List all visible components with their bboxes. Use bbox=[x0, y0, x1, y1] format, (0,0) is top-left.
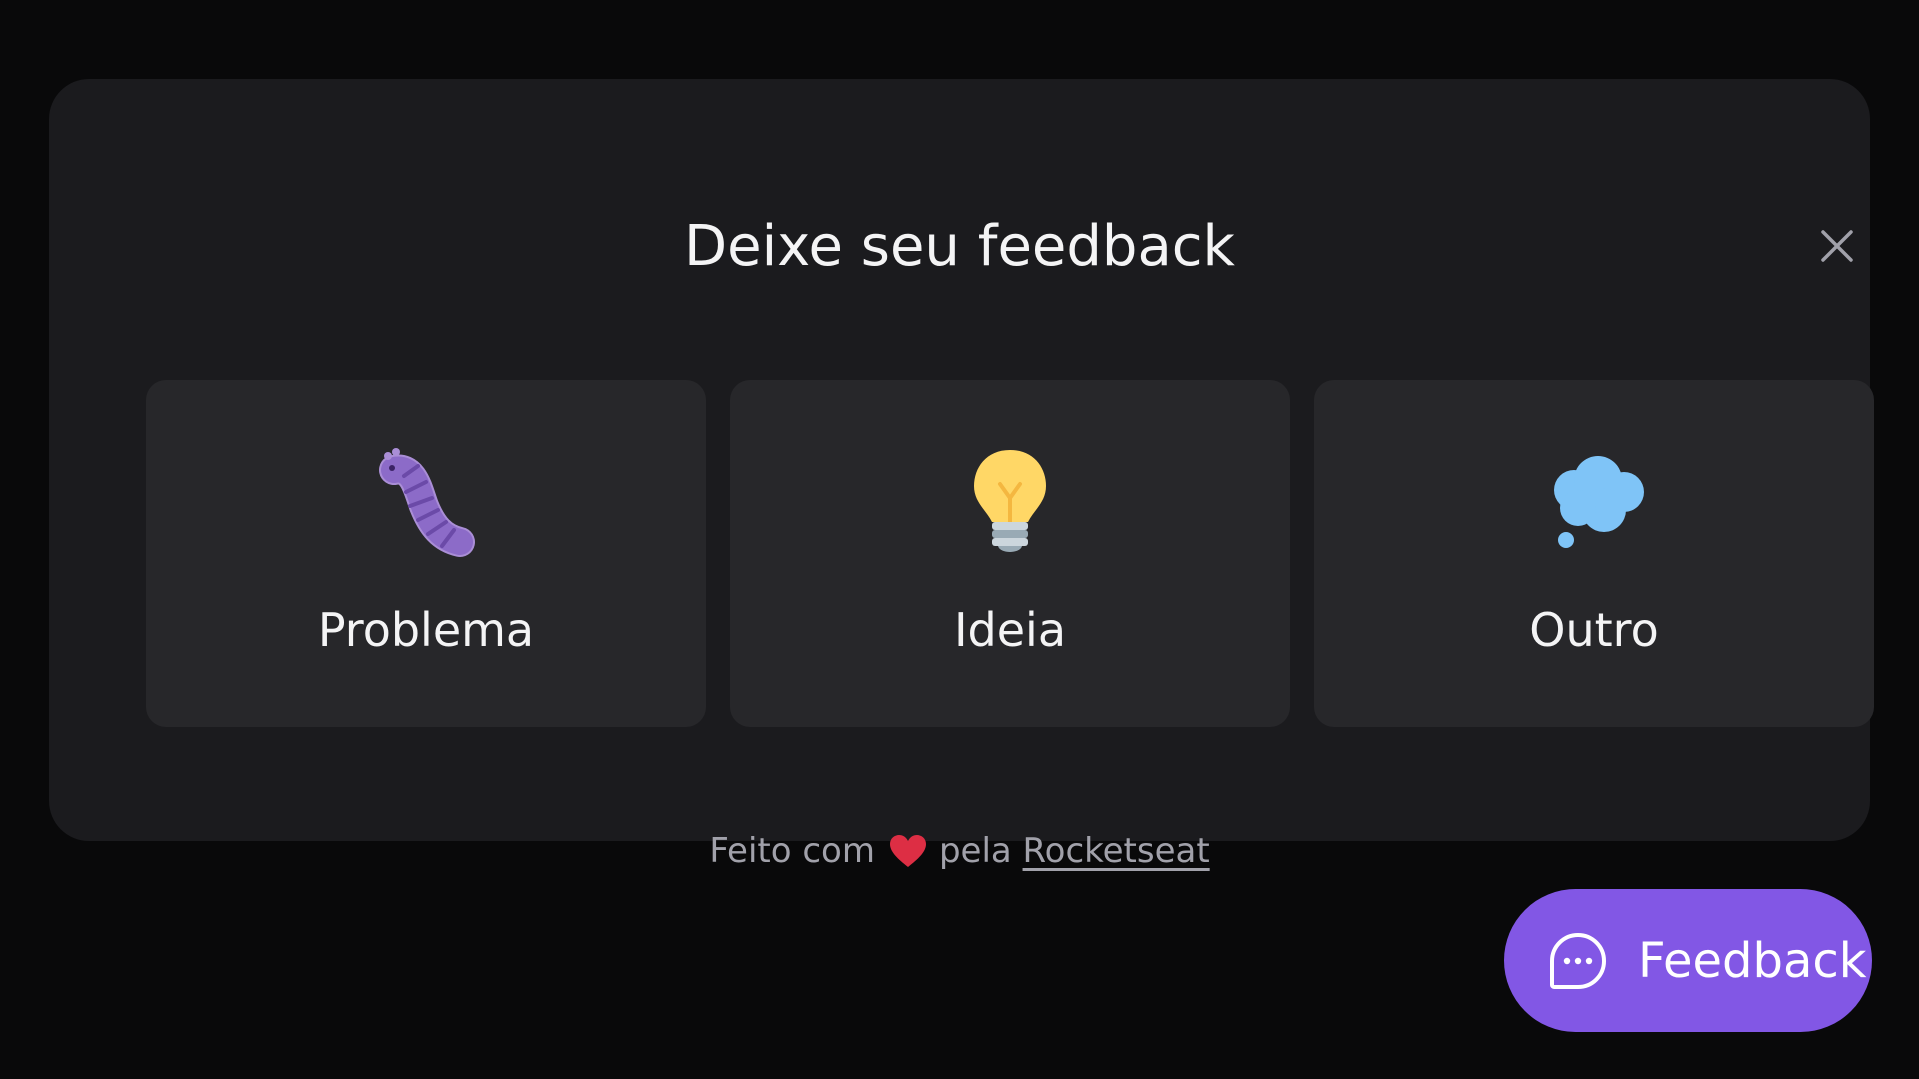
option-problema[interactable]: Problema bbox=[146, 380, 706, 727]
footer-prefix: Feito com bbox=[709, 831, 875, 871]
heart-icon bbox=[889, 834, 927, 879]
option-outro[interactable]: Outro bbox=[1314, 380, 1874, 727]
footer-middle: pela bbox=[938, 831, 1012, 871]
chat-icon bbox=[1550, 932, 1606, 989]
bug-icon bbox=[146, 446, 706, 558]
feedback-button[interactable]: Feedback bbox=[1504, 889, 1872, 1032]
lightbulb-icon bbox=[730, 446, 1290, 558]
option-label: Outro bbox=[1529, 603, 1659, 657]
widget-title: Deixe seu feedback bbox=[684, 214, 1235, 279]
footer: Feito com pela Rocketseat bbox=[49, 829, 1870, 879]
close-button[interactable] bbox=[1809, 218, 1865, 274]
feedback-widget: Deixe seu feedback Problema Ideia Outro … bbox=[49, 79, 1874, 871]
close-icon bbox=[1821, 230, 1853, 262]
thought-balloon-icon bbox=[1314, 446, 1874, 558]
option-label: Ideia bbox=[953, 603, 1067, 657]
feedback-button-label: Feedback bbox=[1638, 932, 1867, 989]
feedback-type-options: Problema Ideia Outro bbox=[146, 380, 1874, 727]
option-ideia[interactable]: Ideia bbox=[730, 380, 1290, 727]
rocketseat-link[interactable]: Rocketseat bbox=[1023, 831, 1210, 871]
option-label: Problema bbox=[317, 603, 535, 657]
